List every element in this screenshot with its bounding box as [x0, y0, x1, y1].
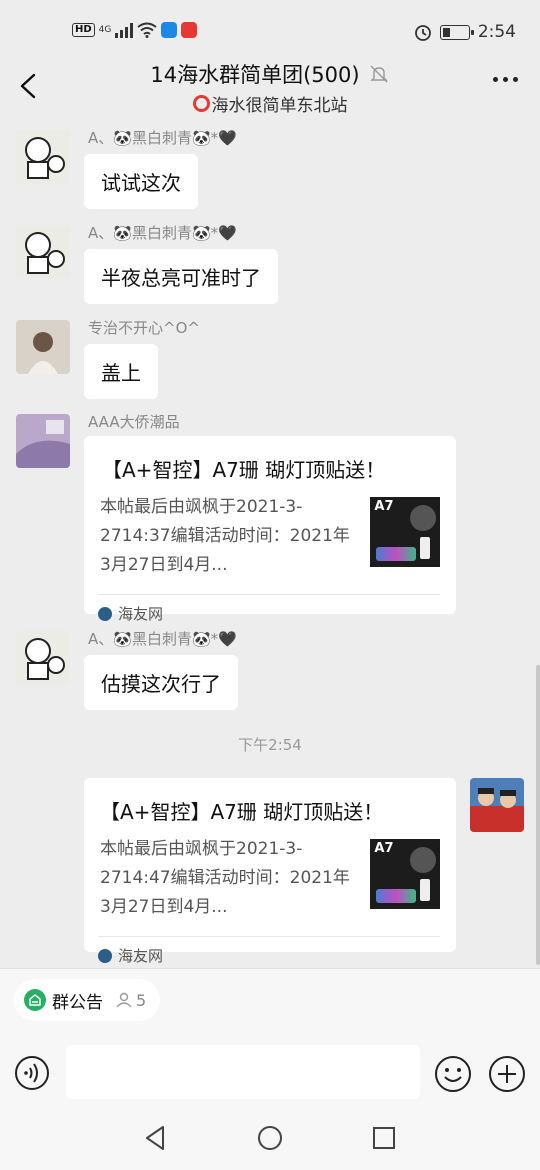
red-circle-icon	[192, 95, 210, 112]
nav-home-icon[interactable]	[256, 1124, 284, 1152]
status-right: 2:54	[414, 22, 516, 42]
card-source: 海友网	[118, 947, 164, 965]
nav-back-icon[interactable]	[141, 1124, 169, 1152]
avatar[interactable]	[16, 225, 70, 279]
photo-avatar-icon	[16, 320, 70, 374]
signal-icon	[115, 22, 134, 38]
sender-name: A、🐼黑白刺青🐼*🖤	[88, 129, 237, 147]
sender-name: AAA大侨潮品	[88, 413, 180, 431]
notice-count: 5	[115, 991, 146, 1010]
hd-badge: HD	[72, 23, 95, 37]
battery-icon	[439, 24, 474, 40]
group-subtitle[interactable]: 海水很简单东北站	[0, 91, 540, 116]
nav-recents-icon[interactable]	[370, 1124, 398, 1152]
card-description: 本帖最后由飒枫于2021-3-2714:47编辑活动时间：2021年3月27日到…	[100, 839, 350, 917]
photo-avatar-icon	[16, 414, 70, 468]
notice-icon	[24, 989, 46, 1011]
avatar[interactable]	[16, 631, 70, 685]
more-icon[interactable]	[493, 77, 518, 82]
mute-icon	[369, 65, 388, 83]
cartoon-avatar-icon	[16, 631, 70, 685]
own-avatar[interactable]	[470, 778, 524, 832]
own-link-card[interactable]: 【A+智控】A7珊 瑚灯顶贴送！ 本帖最后由飒枫于2021-3-2714:47编…	[84, 778, 456, 965]
card-description: 本帖最后由飒枫于2021-3-2714:37编辑活动时间：2021年3月27日到…	[100, 497, 350, 575]
message-bubble[interactable]: 半夜总亮可准时了	[84, 249, 278, 304]
title-row: 14海水群简单团(500)	[0, 55, 540, 89]
link-card[interactable]: 【A+智控】A7珊 瑚灯顶贴送！ 本帖最后由飒枫于2021-3-2714:37编…	[84, 436, 456, 623]
message-list[interactable]: A、🐼黑白刺青🐼*🖤 试试这次 A、🐼黑白刺青🐼*🖤 半夜总亮可准时了 专治不开…	[0, 120, 540, 968]
card-body: 本帖最后由飒枫于2021-3-2714:47编辑活动时间：2021年3月27日到…	[84, 825, 456, 922]
person-icon	[116, 992, 132, 1008]
group-notice-button[interactable]: 群公告 5	[14, 979, 161, 1021]
thumb-label: A7	[374, 499, 394, 514]
message-bubble[interactable]: 盖上	[84, 344, 158, 399]
system-nav-bar	[0, 1100, 540, 1170]
source-logo-icon	[98, 606, 112, 621]
alarm-icon	[414, 25, 431, 41]
thumb-label: A7	[374, 841, 394, 856]
source-logo-icon	[98, 948, 112, 963]
scrollbar[interactable]	[536, 665, 540, 965]
input-area: 群公告 5	[0, 968, 540, 1100]
notice-count-value: 5	[136, 990, 147, 1010]
chat-header: 14海水群简单团(500) 海水很简单东北站	[0, 55, 540, 117]
avatar[interactable]	[16, 414, 70, 468]
sender-name: A、🐼黑白刺青🐼*🖤	[88, 630, 237, 648]
wifi-icon	[137, 22, 157, 38]
app-notification-icon	[181, 22, 198, 38]
avatar[interactable]	[16, 320, 70, 374]
emoji-icon[interactable]	[434, 1055, 472, 1093]
card-footer: 海友网	[98, 594, 440, 632]
sender-name: 专治不开心^O^	[88, 319, 200, 337]
avatar[interactable]	[16, 130, 70, 184]
cartoon-avatar-icon	[16, 130, 70, 184]
back-icon[interactable]	[14, 69, 44, 103]
shield-app-icon	[161, 22, 178, 38]
card-thumbnail: A7	[370, 497, 440, 567]
message-bubble[interactable]: 估摸这次行了	[84, 655, 238, 710]
subtitle-text: 海水很简单东北站	[211, 96, 348, 116]
card-source: 海友网	[118, 605, 164, 623]
notice-label: 群公告	[52, 992, 103, 1013]
card-title: 【A+智控】A7珊 瑚灯顶贴送！	[102, 458, 386, 482]
message-bubble[interactable]: 试试这次	[84, 154, 198, 209]
card-thumbnail: A7	[370, 839, 440, 909]
status-time: 2:54	[477, 22, 516, 42]
message-input[interactable]	[66, 1045, 420, 1099]
chat-timestamp: 下午2:54	[238, 736, 302, 754]
card-footer: 海友网	[98, 936, 440, 968]
cartoon-avatar-icon	[16, 225, 70, 279]
status-left: HD 4G	[72, 22, 198, 38]
status-bar: HD 4G 2:54	[0, 0, 540, 60]
group-title: 14海水群简单团(500)	[150, 63, 360, 87]
card-title: 【A+智控】A7珊 瑚灯顶贴送！	[100, 800, 384, 824]
voice-icon[interactable]	[14, 1055, 50, 1091]
photo-avatar-icon	[470, 778, 524, 832]
sender-name: A、🐼黑白刺青🐼*🖤	[88, 224, 237, 242]
network-label: 4G	[98, 25, 112, 35]
plus-icon[interactable]	[488, 1055, 526, 1093]
card-body: 本帖最后由飒枫于2021-3-2714:37编辑活动时间：2021年3月27日到…	[84, 483, 456, 580]
